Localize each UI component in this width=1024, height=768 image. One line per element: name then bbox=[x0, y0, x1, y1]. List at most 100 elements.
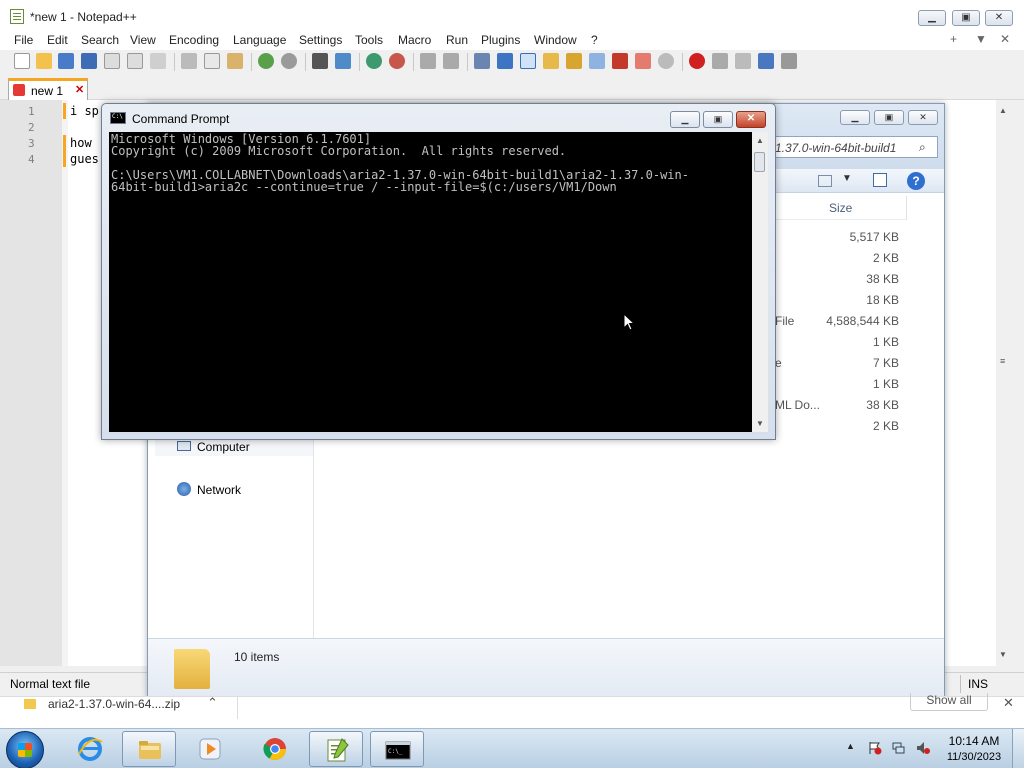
explorer-maximize-button[interactable]: ▣ bbox=[874, 110, 904, 125]
redo-icon[interactable] bbox=[281, 53, 297, 69]
menu-tools[interactable]: Tools bbox=[355, 33, 383, 47]
scroll-up-icon[interactable]: ▲ bbox=[999, 106, 1007, 115]
sync-vertical-icon[interactable] bbox=[420, 53, 436, 69]
cmd-close-button[interactable]: ✕ bbox=[736, 111, 766, 128]
clock-date[interactable]: 11/30/2023 bbox=[944, 751, 1004, 763]
taskbar-media-player[interactable] bbox=[183, 731, 237, 767]
clipboard-history-icon[interactable] bbox=[658, 53, 674, 69]
word-wrap-icon[interactable] bbox=[474, 53, 490, 69]
minimize-button[interactable]: ▁ bbox=[918, 10, 946, 26]
console-area[interactable]: Microsoft Windows [Version 6.1.7601] Cop… bbox=[109, 132, 752, 432]
menu-settings[interactable]: Settings bbox=[299, 33, 342, 47]
indent-guide-icon[interactable] bbox=[520, 53, 536, 69]
menu-plugins[interactable]: Plugins bbox=[481, 33, 520, 47]
zoom-in-icon[interactable] bbox=[366, 53, 382, 69]
cut-icon[interactable] bbox=[181, 53, 197, 69]
explorer-minimize-button[interactable]: ▁ bbox=[840, 110, 870, 125]
taskbar-internet-explorer[interactable] bbox=[63, 731, 117, 767]
find-icon[interactable] bbox=[312, 53, 328, 69]
cmd-minimize-button[interactable]: ▁ bbox=[670, 111, 700, 128]
save-icon[interactable] bbox=[58, 53, 74, 69]
search-icon[interactable]: ⌕ bbox=[919, 140, 926, 155]
folder-as-workspace-icon[interactable] bbox=[612, 53, 628, 69]
zoom-out-icon[interactable] bbox=[389, 53, 405, 69]
maximize-button[interactable]: ▣ bbox=[952, 10, 980, 26]
new-tab-plus-icon[interactable]: + bbox=[950, 32, 957, 46]
close-button[interactable]: ✕ bbox=[985, 10, 1013, 26]
menu-encoding[interactable]: Encoding bbox=[169, 33, 219, 47]
menu-help[interactable]: ? bbox=[591, 33, 598, 47]
monitoring-icon[interactable] bbox=[635, 53, 651, 69]
paste-icon[interactable] bbox=[227, 53, 243, 69]
notepadpp-titlebar[interactable]: *new 1 - Notepad++ ▁ ▣ ✕ bbox=[0, 0, 1024, 32]
help-icon[interactable]: ? bbox=[907, 172, 925, 190]
explorer-close-button[interactable]: ✕ bbox=[908, 110, 938, 125]
tab-new1[interactable]: new 1 ✕ bbox=[8, 78, 88, 100]
chevron-down-icon[interactable]: ⌃ bbox=[207, 695, 218, 711]
function-list-icon[interactable] bbox=[589, 53, 605, 69]
show-all-characters-icon[interactable] bbox=[497, 53, 513, 69]
change-view-icon[interactable] bbox=[818, 175, 832, 187]
scroll-up-icon[interactable]: ▲ bbox=[756, 136, 764, 145]
close-file-icon[interactable] bbox=[104, 53, 120, 69]
cmd-vertical-scrollbar[interactable]: ▲ ▼ bbox=[752, 132, 768, 432]
play-macro-icon[interactable] bbox=[735, 53, 751, 69]
menu-file[interactable]: File bbox=[14, 33, 33, 47]
scrollbar-thumb[interactable] bbox=[754, 152, 765, 172]
open-file-icon[interactable] bbox=[36, 53, 52, 69]
sync-horizontal-icon[interactable] bbox=[443, 53, 459, 69]
preview-pane-icon[interactable] bbox=[873, 173, 887, 187]
show-desktop-button[interactable] bbox=[1012, 729, 1024, 768]
close-icon[interactable]: ✕ bbox=[1003, 695, 1014, 711]
new-file-icon[interactable] bbox=[14, 53, 30, 69]
cmd-maximize-button[interactable]: ▣ bbox=[703, 111, 733, 128]
menu-search[interactable]: Search bbox=[81, 33, 119, 47]
taskbar-command-prompt[interactable]: C:\_ bbox=[370, 731, 424, 767]
show-hidden-icons-icon[interactable]: ▲ bbox=[846, 741, 855, 751]
record-macro-icon[interactable] bbox=[689, 53, 705, 69]
menu-language[interactable]: Language bbox=[233, 33, 286, 47]
document-map-icon[interactable] bbox=[566, 53, 582, 69]
action-center-flag-icon[interactable] bbox=[868, 741, 882, 755]
close-all-icon[interactable] bbox=[127, 53, 143, 69]
taskbar: C:\_ ▲ 10:14 AM 11/30/2023 bbox=[0, 728, 1024, 768]
menu-edit[interactable]: Edit bbox=[47, 33, 68, 47]
status-separator bbox=[960, 675, 961, 693]
volume-muted-icon[interactable] bbox=[916, 741, 930, 755]
taskbar-chrome[interactable] bbox=[248, 731, 302, 767]
replace-icon[interactable] bbox=[335, 53, 351, 69]
user-language-icon[interactable] bbox=[543, 53, 559, 69]
run-macro-multiple-icon[interactable] bbox=[758, 53, 774, 69]
clock-time[interactable]: 10:14 AM bbox=[944, 734, 1004, 748]
address-text: 1.37.0-win-64bit-build1 bbox=[775, 141, 897, 155]
scroll-down-icon[interactable]: ▼ bbox=[999, 650, 1007, 659]
column-header-size[interactable]: Size bbox=[776, 196, 907, 220]
copy-icon[interactable] bbox=[204, 53, 220, 69]
network-status-icon[interactable] bbox=[892, 741, 906, 755]
nav-item-network[interactable]: Network bbox=[155, 478, 313, 500]
close-document-icon[interactable]: ✕ bbox=[1000, 32, 1010, 46]
menu-run[interactable]: Run bbox=[446, 33, 468, 47]
toolbar-separator bbox=[467, 53, 468, 71]
tab-close-icon[interactable]: ✕ bbox=[75, 83, 84, 96]
editor-vertical-scrollbar[interactable]: ▲ ≡ ▼ bbox=[996, 100, 1014, 666]
menu-view[interactable]: View bbox=[130, 33, 156, 47]
menu-macro[interactable]: Macro bbox=[398, 33, 431, 47]
tab-list-dropdown-icon[interactable]: ▼ bbox=[975, 32, 987, 46]
save-macro-icon[interactable] bbox=[781, 53, 797, 69]
download-item-name[interactable]: aria2-1.37.0-win-64....zip bbox=[48, 697, 180, 711]
taskbar-windows-explorer[interactable] bbox=[122, 731, 176, 767]
chevron-down-icon[interactable]: ▼ bbox=[842, 173, 852, 184]
menu-window[interactable]: Window bbox=[534, 33, 577, 47]
start-button[interactable] bbox=[6, 731, 44, 768]
show-all-button[interactable]: Show all bbox=[910, 693, 988, 711]
save-all-icon[interactable] bbox=[81, 53, 97, 69]
scrollbar-thumb[interactable] bbox=[999, 120, 1009, 706]
undo-icon[interactable] bbox=[258, 53, 274, 69]
scroll-down-icon[interactable]: ▼ bbox=[756, 419, 764, 428]
explorer-address-bar[interactable]: 1.37.0-win-64bit-build1 ⌕ bbox=[768, 136, 938, 158]
column-divider[interactable] bbox=[906, 196, 907, 220]
print-icon[interactable] bbox=[150, 53, 166, 69]
taskbar-notepad-plus-plus[interactable] bbox=[309, 731, 363, 767]
stop-macro-icon[interactable] bbox=[712, 53, 728, 69]
